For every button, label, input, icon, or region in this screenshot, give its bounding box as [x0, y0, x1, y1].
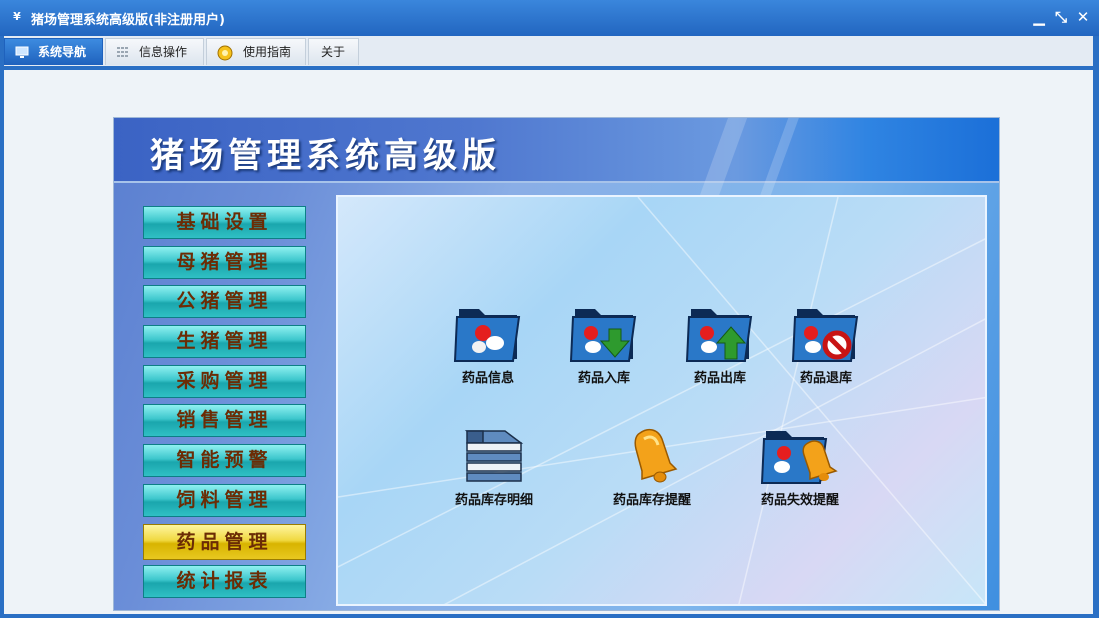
function-label: 药品信息	[461, 371, 514, 386]
function-medicine-return[interactable]: 药品退库	[786, 303, 866, 386]
app-logo-icon: ¥	[13, 10, 21, 23]
function-medicine-stock-in[interactable]: 药品入库	[564, 303, 644, 386]
nav-button-medicine-management[interactable]: 药品管理	[143, 524, 306, 560]
nav-button-boar-management[interactable]: 公猪管理	[143, 285, 306, 318]
monitor-icon	[15, 46, 29, 58]
grid-icon	[117, 47, 128, 57]
tab-bar: 系统导航 信息操作 使用指南 关于	[4, 36, 1093, 70]
tab-label: 信息操作	[139, 45, 188, 59]
tab-user-guide[interactable]: 使用指南	[206, 38, 306, 65]
function-medicine-stock-reminder[interactable]: 药品库存提醒	[602, 425, 702, 508]
tab-info-operation[interactable]: 信息操作	[105, 38, 204, 65]
nav-button-hog-management[interactable]: 生猪管理	[143, 325, 306, 358]
medicine-folder-prohibit-icon	[791, 309, 859, 362]
function-area: 药品信息 药品入库 药品出库 药品退库 药品库存明细 药品库存提醒 药品失效提醒	[336, 195, 987, 606]
banner-title: 猪场管理系统高级版	[150, 136, 501, 176]
window-title: 猪场管理系统高级版(非注册用户)	[31, 13, 225, 28]
function-label: 药品入库	[577, 371, 630, 386]
window-border-right	[1093, 36, 1099, 618]
medicine-folder-icon	[453, 309, 521, 362]
nav-button-purchase-management[interactable]: 采购管理	[143, 365, 306, 398]
function-medicine-info[interactable]: 药品信息	[448, 303, 528, 386]
bell-icon	[634, 428, 678, 483]
medicine-folder-down-arrow-icon	[569, 309, 637, 362]
app-window: ¥ 猪场管理系统高级版(非注册用户) ▁ ⤡ ✕ 系统导航 信息操作 使用指南 …	[0, 0, 1099, 618]
help-circle-icon	[217, 45, 233, 61]
main-panel: 猪场管理系统高级版 基础设置 母猪管理 公猪管理 生猪管理 采购管理 销售管理 …	[113, 117, 1000, 611]
window-border-left	[0, 36, 4, 618]
background-lines	[338, 197, 985, 604]
tab-about[interactable]: 关于	[308, 38, 359, 65]
nav-button-statistics-report[interactable]: 统计报表	[143, 565, 306, 598]
function-medicine-expiry-reminder[interactable]: 药品失效提醒	[750, 425, 850, 508]
function-label: 药品出库	[693, 371, 746, 386]
banner: 猪场管理系统高级版	[114, 118, 999, 218]
window-border-bottom	[0, 614, 1099, 618]
restore-button[interactable]: ⤡	[1052, 8, 1070, 26]
title-bar[interactable]: ¥ 猪场管理系统高级版(非注册用户) ▁ ⤡ ✕	[0, 0, 1099, 36]
function-label: 药品失效提醒	[760, 493, 839, 508]
function-label: 药品库存提醒	[612, 493, 691, 508]
nav-button-sow-management[interactable]: 母猪管理	[143, 246, 306, 279]
minimize-button[interactable]: ▁	[1030, 8, 1048, 26]
nav-button-smart-warning[interactable]: 智能预警	[143, 444, 306, 477]
tab-label: 关于	[321, 45, 346, 59]
tab-label: 系统导航	[38, 45, 87, 59]
medicine-folder-bell-icon	[760, 431, 838, 484]
book-stack-icon	[464, 430, 524, 482]
function-label: 药品库存明细	[454, 493, 533, 508]
nav-button-basic-settings[interactable]: 基础设置	[143, 206, 306, 239]
tab-system-nav[interactable]: 系统导航	[4, 38, 103, 65]
nav-button-sales-management[interactable]: 销售管理	[143, 404, 306, 437]
close-button[interactable]: ✕	[1074, 8, 1092, 26]
nav-button-feed-management[interactable]: 饲料管理	[143, 484, 306, 517]
function-label: 药品退库	[799, 371, 852, 386]
function-medicine-stock-detail[interactable]: 药品库存明细	[446, 425, 542, 508]
medicine-folder-up-arrow-icon	[685, 309, 753, 362]
tab-label: 使用指南	[243, 45, 292, 59]
function-medicine-stock-out[interactable]: 药品出库	[680, 303, 760, 386]
